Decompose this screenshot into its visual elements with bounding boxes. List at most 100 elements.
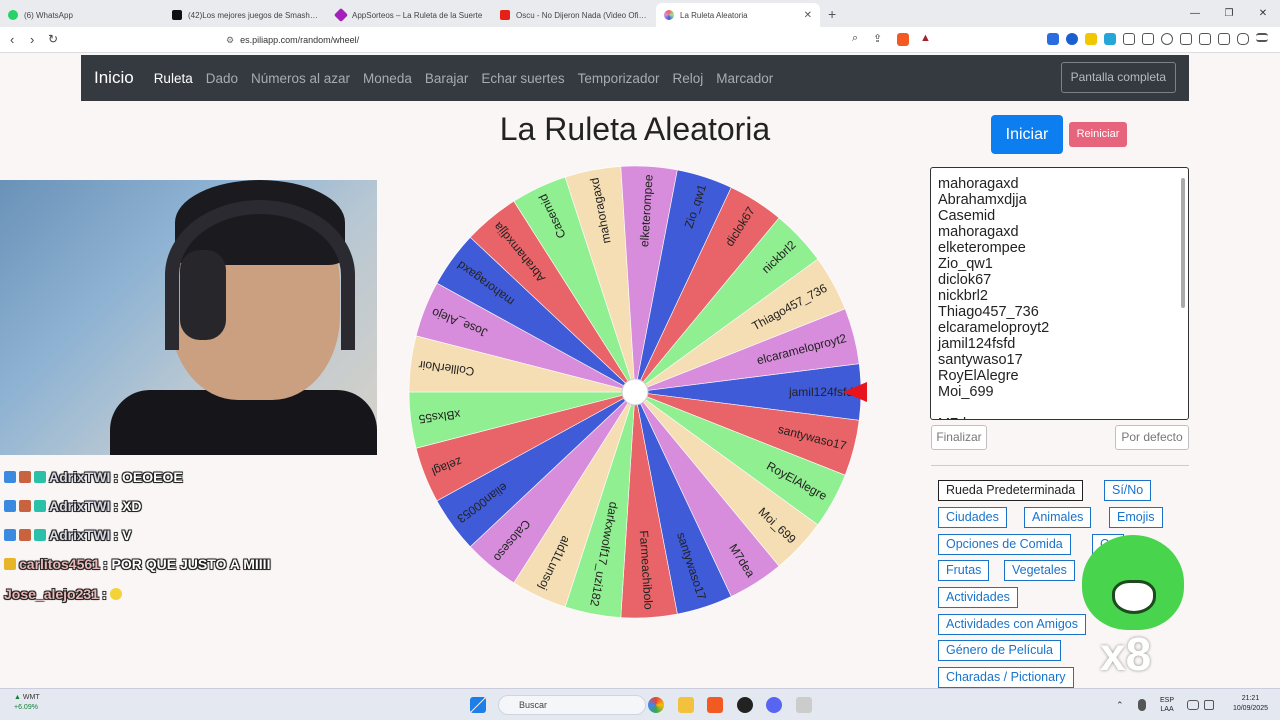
name-entry-line — [938, 400, 1181, 416]
close-window-icon[interactable]: ✕ — [1246, 0, 1280, 27]
brave-icon[interactable] — [707, 697, 723, 713]
roulette-wheel[interactable]: jamil124fsfdsantywaso17RoyElAlegreMoi_69… — [400, 158, 870, 628]
music-icon[interactable] — [1161, 33, 1173, 45]
default-button[interactable]: Por defecto — [1115, 425, 1189, 450]
appsorteos-icon — [333, 7, 349, 23]
extension-icon[interactable] — [1104, 33, 1116, 45]
zoom-icon[interactable]: ⌕ — [852, 32, 858, 45]
extension-icon[interactable] — [1047, 33, 1059, 45]
name-entry-line: mahoragaxd — [938, 176, 1019, 192]
badge-icon — [4, 529, 16, 541]
sidebar-icon[interactable] — [1180, 33, 1192, 45]
discord-icon[interactable] — [766, 697, 782, 713]
browser-tab-active[interactable]: La Ruleta Aleatoria ✕ — [656, 3, 820, 27]
language-indicator[interactable]: ESP LAA — [1160, 696, 1174, 714]
preset-vegetales[interactable]: Vegetales — [1004, 560, 1075, 581]
snipping-tool-icon[interactable] — [796, 697, 812, 713]
browser-tab[interactable]: (42)Los mejores juegos de Smash Bros — [164, 3, 328, 27]
nav-link-reloj[interactable]: Reloj — [672, 71, 703, 86]
name-entry-line: jamil124fsfd — [938, 336, 1016, 352]
preset-frutas[interactable]: Frutas — [938, 560, 990, 581]
microphone-icon[interactable] — [1138, 699, 1146, 711]
nav-link-barajar[interactable]: Barajar — [425, 71, 469, 86]
maximize-icon[interactable]: ❐ — [1212, 0, 1246, 27]
nav-link-dado[interactable]: Dado — [206, 71, 238, 86]
extension-icon[interactable] — [1085, 33, 1097, 45]
badge-icon — [4, 471, 16, 483]
shield-icon[interactable] — [1237, 33, 1249, 45]
site-info-icon[interactable]: ⚙ — [226, 35, 234, 46]
network-icon[interactable] — [1187, 700, 1199, 710]
start-button[interactable]: Iniciar — [991, 115, 1063, 154]
preset-actividades-amigos[interactable]: Actividades con Amigos — [938, 614, 1087, 635]
window-controls: — ❐ ✕ — [1178, 0, 1280, 27]
vpn-icon[interactable] — [1218, 33, 1230, 45]
extension-icon[interactable] — [1066, 33, 1078, 45]
url-field[interactable]: ⚙ es.piliapp.com/random/wheel/ — [196, 30, 941, 50]
tray-overflow-icon[interactable]: ⌃ — [1116, 700, 1126, 710]
nav-link-echar-suertes[interactable]: Echar suertes — [481, 71, 564, 86]
whatsapp-icon — [8, 10, 18, 20]
taskbar-search[interactable]: Buscar — [498, 695, 646, 715]
browser-tab[interactable]: Oscu - No Dijeron Nada (Video Oficial) — [492, 3, 656, 27]
nav-brand-link[interactable]: Inicio — [94, 68, 134, 88]
webcam-overlay — [0, 180, 377, 455]
preset-actividades[interactable]: Actividades — [938, 587, 1018, 608]
reset-button[interactable]: Reiniciar — [1069, 122, 1127, 147]
puzzle-icon[interactable] — [1123, 33, 1135, 45]
reload-icon[interactable]: ↻ — [48, 32, 58, 46]
name-entry-line: elcarameloproyt2 — [938, 320, 1050, 336]
name-entry-line: nickbrl2 — [938, 288, 988, 304]
chat-message: AdrixTWI : V — [4, 527, 131, 543]
extensions-toolbar — [1047, 33, 1268, 45]
preset-genero-pelicula[interactable]: Género de Película — [938, 640, 1062, 661]
forward-icon[interactable]: › — [30, 32, 34, 47]
names-textarea[interactable]: mahoragaxd Abrahamxdjja Casemid mahoragaxd e… — [930, 167, 1189, 420]
preset-rueda-predeterminada[interactable]: Rueda Predeterminada — [938, 480, 1084, 501]
preset-opciones-comida[interactable]: Opciones de Comida — [938, 534, 1071, 555]
badge-icon — [19, 471, 31, 483]
nav-link-numeros[interactable]: Números al azar — [251, 71, 350, 86]
file-explorer-icon[interactable] — [678, 697, 694, 713]
preset-si-no[interactable]: Sí/No — [1104, 480, 1152, 501]
obs-icon[interactable] — [737, 697, 753, 713]
wheel-center-hub — [621, 378, 649, 406]
headphone-cup — [180, 250, 226, 340]
name-entry-line: Abrahamxdjja — [938, 192, 1027, 208]
wallet-icon[interactable] — [1199, 33, 1211, 45]
volume-icon[interactable] — [1204, 700, 1214, 710]
nav-link-ruleta[interactable]: Ruleta — [154, 71, 193, 86]
wheel-site-icon — [664, 10, 674, 20]
chat-message: AdrixTWI : OEOEOE — [4, 469, 183, 485]
windows-start-icon[interactable] — [470, 697, 486, 713]
browser-tab[interactable]: AppSorteos – La Ruleta de la Suerte — [328, 3, 492, 27]
preset-charadas[interactable]: Charadas / Pictionary — [938, 667, 1074, 688]
name-entry-line: RoyElAlegre — [938, 368, 1019, 384]
nav-link-marcador[interactable]: Marcador — [716, 71, 773, 86]
clock[interactable]: 21:21 10/09/2025 — [1233, 694, 1268, 714]
nav-link-temporizador[interactable]: Temporizador — [578, 71, 660, 86]
extension-icon[interactable] — [1142, 33, 1154, 45]
new-tab-icon[interactable]: + — [828, 6, 836, 22]
finish-button[interactable]: Finalizar — [931, 425, 987, 450]
preset-animales[interactable]: Animales — [1024, 507, 1092, 528]
preset-ciudades[interactable]: Ciudades — [938, 507, 1007, 528]
emote-mouth — [1112, 580, 1156, 614]
name-entry-line: Thiago457_736 — [938, 304, 1039, 320]
back-icon[interactable]: ‹ — [10, 32, 14, 47]
brave-rewards-icon[interactable]: ▲ — [920, 32, 931, 44]
menu-icon[interactable] — [1256, 33, 1268, 42]
minimize-icon[interactable]: — — [1178, 0, 1212, 27]
stock-widget[interactable]: ▲ WMT +6.09% — [14, 693, 40, 713]
fullscreen-button[interactable]: Pantalla completa — [1060, 62, 1176, 93]
badge-icon — [19, 500, 31, 512]
close-tab-icon[interactable]: ✕ — [804, 10, 812, 21]
textarea-scroll-thumb[interactable] — [1181, 178, 1185, 308]
preset-emojis[interactable]: Emojis — [1109, 507, 1163, 528]
chrome-icon[interactable] — [648, 697, 664, 713]
nav-link-moneda[interactable]: Moneda — [363, 71, 412, 86]
share-icon[interactable]: ⇪ — [873, 32, 882, 45]
brave-shield-icon[interactable] — [897, 33, 909, 46]
browser-tab[interactable]: (6) WhatsApp — [0, 3, 164, 27]
name-entry-line: Zio_qw1 — [938, 256, 993, 272]
